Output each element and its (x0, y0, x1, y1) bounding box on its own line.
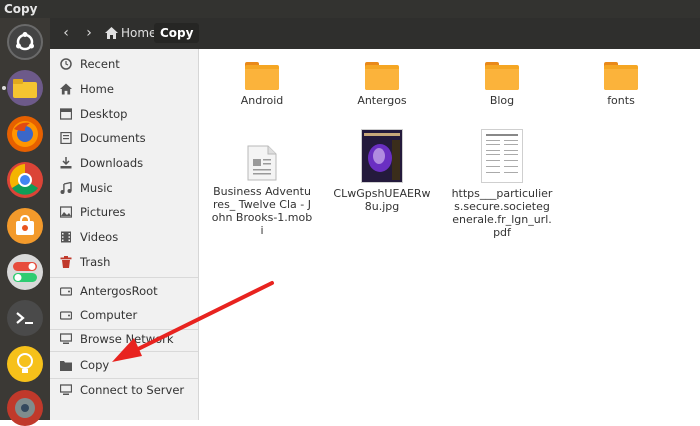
sidebar-item-home[interactable]: Home (50, 77, 198, 101)
image-thumbnail (361, 129, 403, 183)
pdf-thumbnail (481, 129, 523, 183)
chrome-icon[interactable] (7, 162, 43, 198)
sidebar-item-music[interactable]: Music (50, 176, 198, 200)
sidebar: Recent Home Desktop Documents Downloads … (50, 49, 199, 420)
desktop-icon (59, 108, 72, 121)
sidebar-divider (50, 277, 198, 278)
window-title: Copy (4, 2, 38, 16)
sidebar-item-antergosroot[interactable]: AntergosRoot (50, 279, 198, 303)
pictures-icon (59, 206, 72, 219)
folder-icon (485, 62, 519, 90)
clock-icon (59, 58, 72, 71)
trash-icon (59, 256, 72, 269)
documents-icon (59, 132, 72, 145)
download-icon (59, 157, 72, 170)
disk-utility-icon[interactable] (7, 390, 43, 426)
launcher (0, 18, 50, 426)
sidebar-item-downloads[interactable]: Downloads (50, 151, 198, 175)
file-view: Android Antergos Blog fonts Business Adv… (199, 49, 700, 420)
folder-item-blog[interactable]: Blog (447, 62, 557, 107)
sidebar-item-computer[interactable]: Computer (50, 303, 198, 327)
home-icon (59, 83, 72, 96)
sidebar-divider (50, 351, 198, 352)
path-home-button[interactable]: Home (105, 23, 156, 43)
sidebar-item-copy[interactable]: Copy (50, 353, 198, 377)
terminal-icon[interactable] (7, 300, 43, 336)
document-icon (247, 145, 277, 181)
file-item-mobi[interactable]: Business Adventures_ Twelve Cla - John B… (207, 145, 317, 237)
settings-toggle-icon[interactable] (7, 254, 43, 290)
chevron-right-icon: › (86, 25, 92, 41)
chevron-left-icon: ‹ (63, 25, 69, 41)
folder-icon (59, 359, 72, 372)
network-icon (59, 333, 72, 346)
folder-icon (245, 62, 279, 90)
folder-item-antergos[interactable]: Antergos (327, 62, 437, 107)
sidebar-item-desktop[interactable]: Desktop (50, 102, 198, 126)
drive-icon (59, 285, 72, 298)
sidebar-item-documents[interactable]: Documents (50, 126, 198, 150)
folder-icon (365, 62, 399, 90)
sidebar-item-browse-network[interactable]: Browse Network (50, 327, 198, 351)
running-indicator (2, 86, 6, 90)
sidebar-item-videos[interactable]: Videos (50, 225, 198, 249)
computer-icon (59, 309, 72, 322)
path-current-label: Copy (160, 26, 194, 40)
window-titlebar: Copy (0, 0, 700, 18)
folder-item-fonts[interactable]: fonts (566, 62, 676, 107)
home-icon (105, 27, 118, 39)
lightbulb-icon[interactable] (7, 346, 43, 382)
music-icon (59, 182, 72, 195)
folder-icon (604, 62, 638, 90)
software-center-icon[interactable] (7, 208, 43, 244)
sidebar-item-connect-server[interactable]: Connect to Server (50, 378, 198, 402)
sidebar-item-pictures[interactable]: Pictures (50, 200, 198, 224)
forward-button[interactable]: › (79, 23, 99, 43)
videos-icon (59, 231, 72, 244)
path-home-label: Home (121, 26, 157, 40)
path-current-button[interactable]: Copy (154, 23, 200, 43)
path-toolbar: ‹ › Home Copy (50, 18, 700, 49)
back-button[interactable]: ‹ (56, 23, 76, 43)
ubuntu-dash-icon[interactable] (7, 24, 43, 60)
file-item-jpg[interactable]: CLwGpshUEAERw8u.jpg (327, 129, 437, 213)
folder-item-android[interactable]: Android (207, 62, 317, 107)
server-icon (59, 384, 72, 397)
sidebar-item-recent[interactable]: Recent (50, 52, 198, 76)
firefox-icon[interactable] (7, 116, 43, 152)
files-app-icon[interactable] (7, 70, 43, 106)
sidebar-item-trash[interactable]: Trash (50, 250, 198, 274)
file-item-pdf[interactable]: https___particuliers.secure.societegener… (447, 129, 557, 239)
